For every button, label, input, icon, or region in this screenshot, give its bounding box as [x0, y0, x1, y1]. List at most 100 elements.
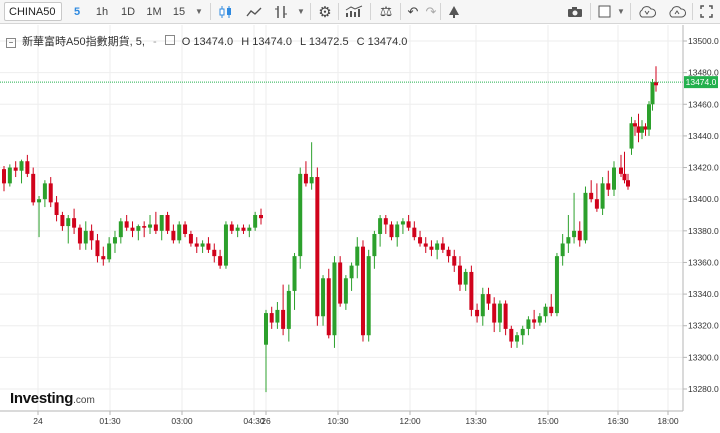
template-dropdown-icon[interactable]: ▼ — [614, 2, 628, 21]
interval-1d-button[interactable]: 1D — [116, 2, 140, 21]
candle — [54, 196, 59, 222]
candle-body — [298, 173, 303, 257]
drawing-icon[interactable] — [444, 2, 464, 21]
candle-body — [622, 173, 627, 181]
candle — [395, 221, 400, 247]
symbol-input[interactable]: CHINA50 — [4, 2, 62, 21]
legend-separator: - — [152, 36, 157, 48]
interval-dropdown-icon[interactable]: ▼ — [192, 2, 206, 21]
candle — [136, 224, 141, 241]
candle — [200, 240, 205, 253]
candle — [25, 154, 30, 178]
fullscreen-icon[interactable] — [696, 2, 716, 21]
candle-body — [543, 306, 548, 317]
candle — [95, 233, 100, 263]
candle — [486, 287, 491, 310]
candle-body — [446, 249, 451, 257]
candle-body — [112, 237, 117, 244]
interval-1m-button[interactable]: 1M — [142, 2, 166, 21]
candle — [292, 252, 297, 310]
line-chart-icon[interactable] — [242, 2, 266, 21]
candle — [315, 167, 320, 326]
camera-icon[interactable] — [564, 2, 586, 21]
candle-icon[interactable] — [214, 2, 238, 21]
candle-body — [281, 309, 286, 329]
candle-body — [338, 262, 343, 304]
last-price-text: 13474.0 — [686, 77, 717, 87]
indicator-icon[interactable] — [270, 2, 292, 21]
last-price-label: 13474.0 — [684, 76, 718, 89]
cloud-download-icon[interactable] — [634, 2, 660, 21]
studies-icon[interactable] — [342, 2, 366, 21]
candle-body — [241, 227, 246, 231]
candle-body — [183, 224, 188, 234]
candle — [636, 113, 641, 143]
chart-area[interactable]: 13280.0 13300.0 13320.0 13340.0 13360.0 13380… — [0, 25, 720, 430]
candle-body — [650, 82, 655, 105]
candle — [629, 116, 634, 155]
candle-body — [647, 104, 651, 130]
legend-settings-icon[interactable] — [164, 35, 175, 45]
candle — [124, 215, 129, 231]
balance-icon[interactable]: ⚖ — [374, 2, 398, 21]
candle — [130, 221, 135, 238]
candle-body — [165, 215, 170, 231]
candle — [229, 221, 234, 234]
template-icon[interactable] — [594, 2, 614, 21]
interval-1h-button[interactable]: 1h — [90, 2, 114, 21]
candle-body — [332, 262, 337, 336]
candle-body — [101, 256, 106, 260]
candle — [463, 268, 468, 291]
candle — [42, 180, 47, 208]
candle-body — [321, 278, 326, 317]
candle-body — [383, 218, 388, 225]
undo-icon[interactable]: ↶ — [404, 2, 422, 21]
candle — [355, 237, 360, 279]
redo-icon[interactable]: ↷ — [422, 2, 440, 21]
candle — [13, 161, 18, 178]
candle — [259, 208, 263, 225]
x-tick-label: 24 — [33, 416, 43, 426]
legend-collapse-icon[interactable]: − — [6, 38, 16, 48]
candle — [298, 167, 303, 269]
y-tick-label: 13320.0 — [688, 321, 719, 331]
candle — [2, 165, 6, 192]
candle — [497, 300, 502, 333]
candle — [194, 237, 199, 253]
candle-body — [153, 224, 158, 231]
candle-body — [395, 224, 400, 238]
candle-body — [349, 265, 354, 279]
y-tick-label: 13440.0 — [688, 131, 719, 141]
candle — [572, 192, 577, 244]
candle-body — [440, 243, 445, 250]
price-chart[interactable]: 13280.0 13300.0 13320.0 13340.0 13360.0 13380… — [0, 25, 720, 430]
cloud-upload-icon[interactable] — [664, 2, 690, 21]
candle — [286, 284, 291, 342]
candle-body — [469, 271, 474, 310]
candle — [400, 218, 405, 234]
candle-body — [315, 177, 320, 317]
candle — [543, 303, 548, 323]
candle-body — [159, 215, 164, 231]
candle-body — [560, 243, 565, 257]
candle — [212, 243, 217, 263]
interval-5-button[interactable]: 5 — [66, 2, 88, 21]
candle-body — [355, 246, 360, 266]
candle-body — [218, 256, 223, 266]
grid-lines — [0, 25, 683, 411]
candle-body — [269, 313, 274, 323]
legend-close: C 13474.0 — [356, 36, 408, 48]
candle — [435, 240, 440, 260]
candle-body — [497, 303, 502, 323]
candle-body — [633, 123, 637, 127]
candle-body — [7, 167, 12, 184]
gear-icon[interactable]: ⚙ — [314, 2, 336, 21]
candle-body — [389, 224, 394, 238]
indicator-dropdown-icon[interactable]: ▼ — [294, 2, 308, 21]
interval-15-button[interactable]: 15 — [168, 2, 190, 21]
investing-logo[interactable]: Investing.com — [10, 390, 95, 407]
candle — [165, 211, 170, 234]
candle-body — [643, 126, 648, 130]
x-tick-label: 12:00 — [399, 416, 421, 426]
candle-body — [253, 215, 258, 228]
